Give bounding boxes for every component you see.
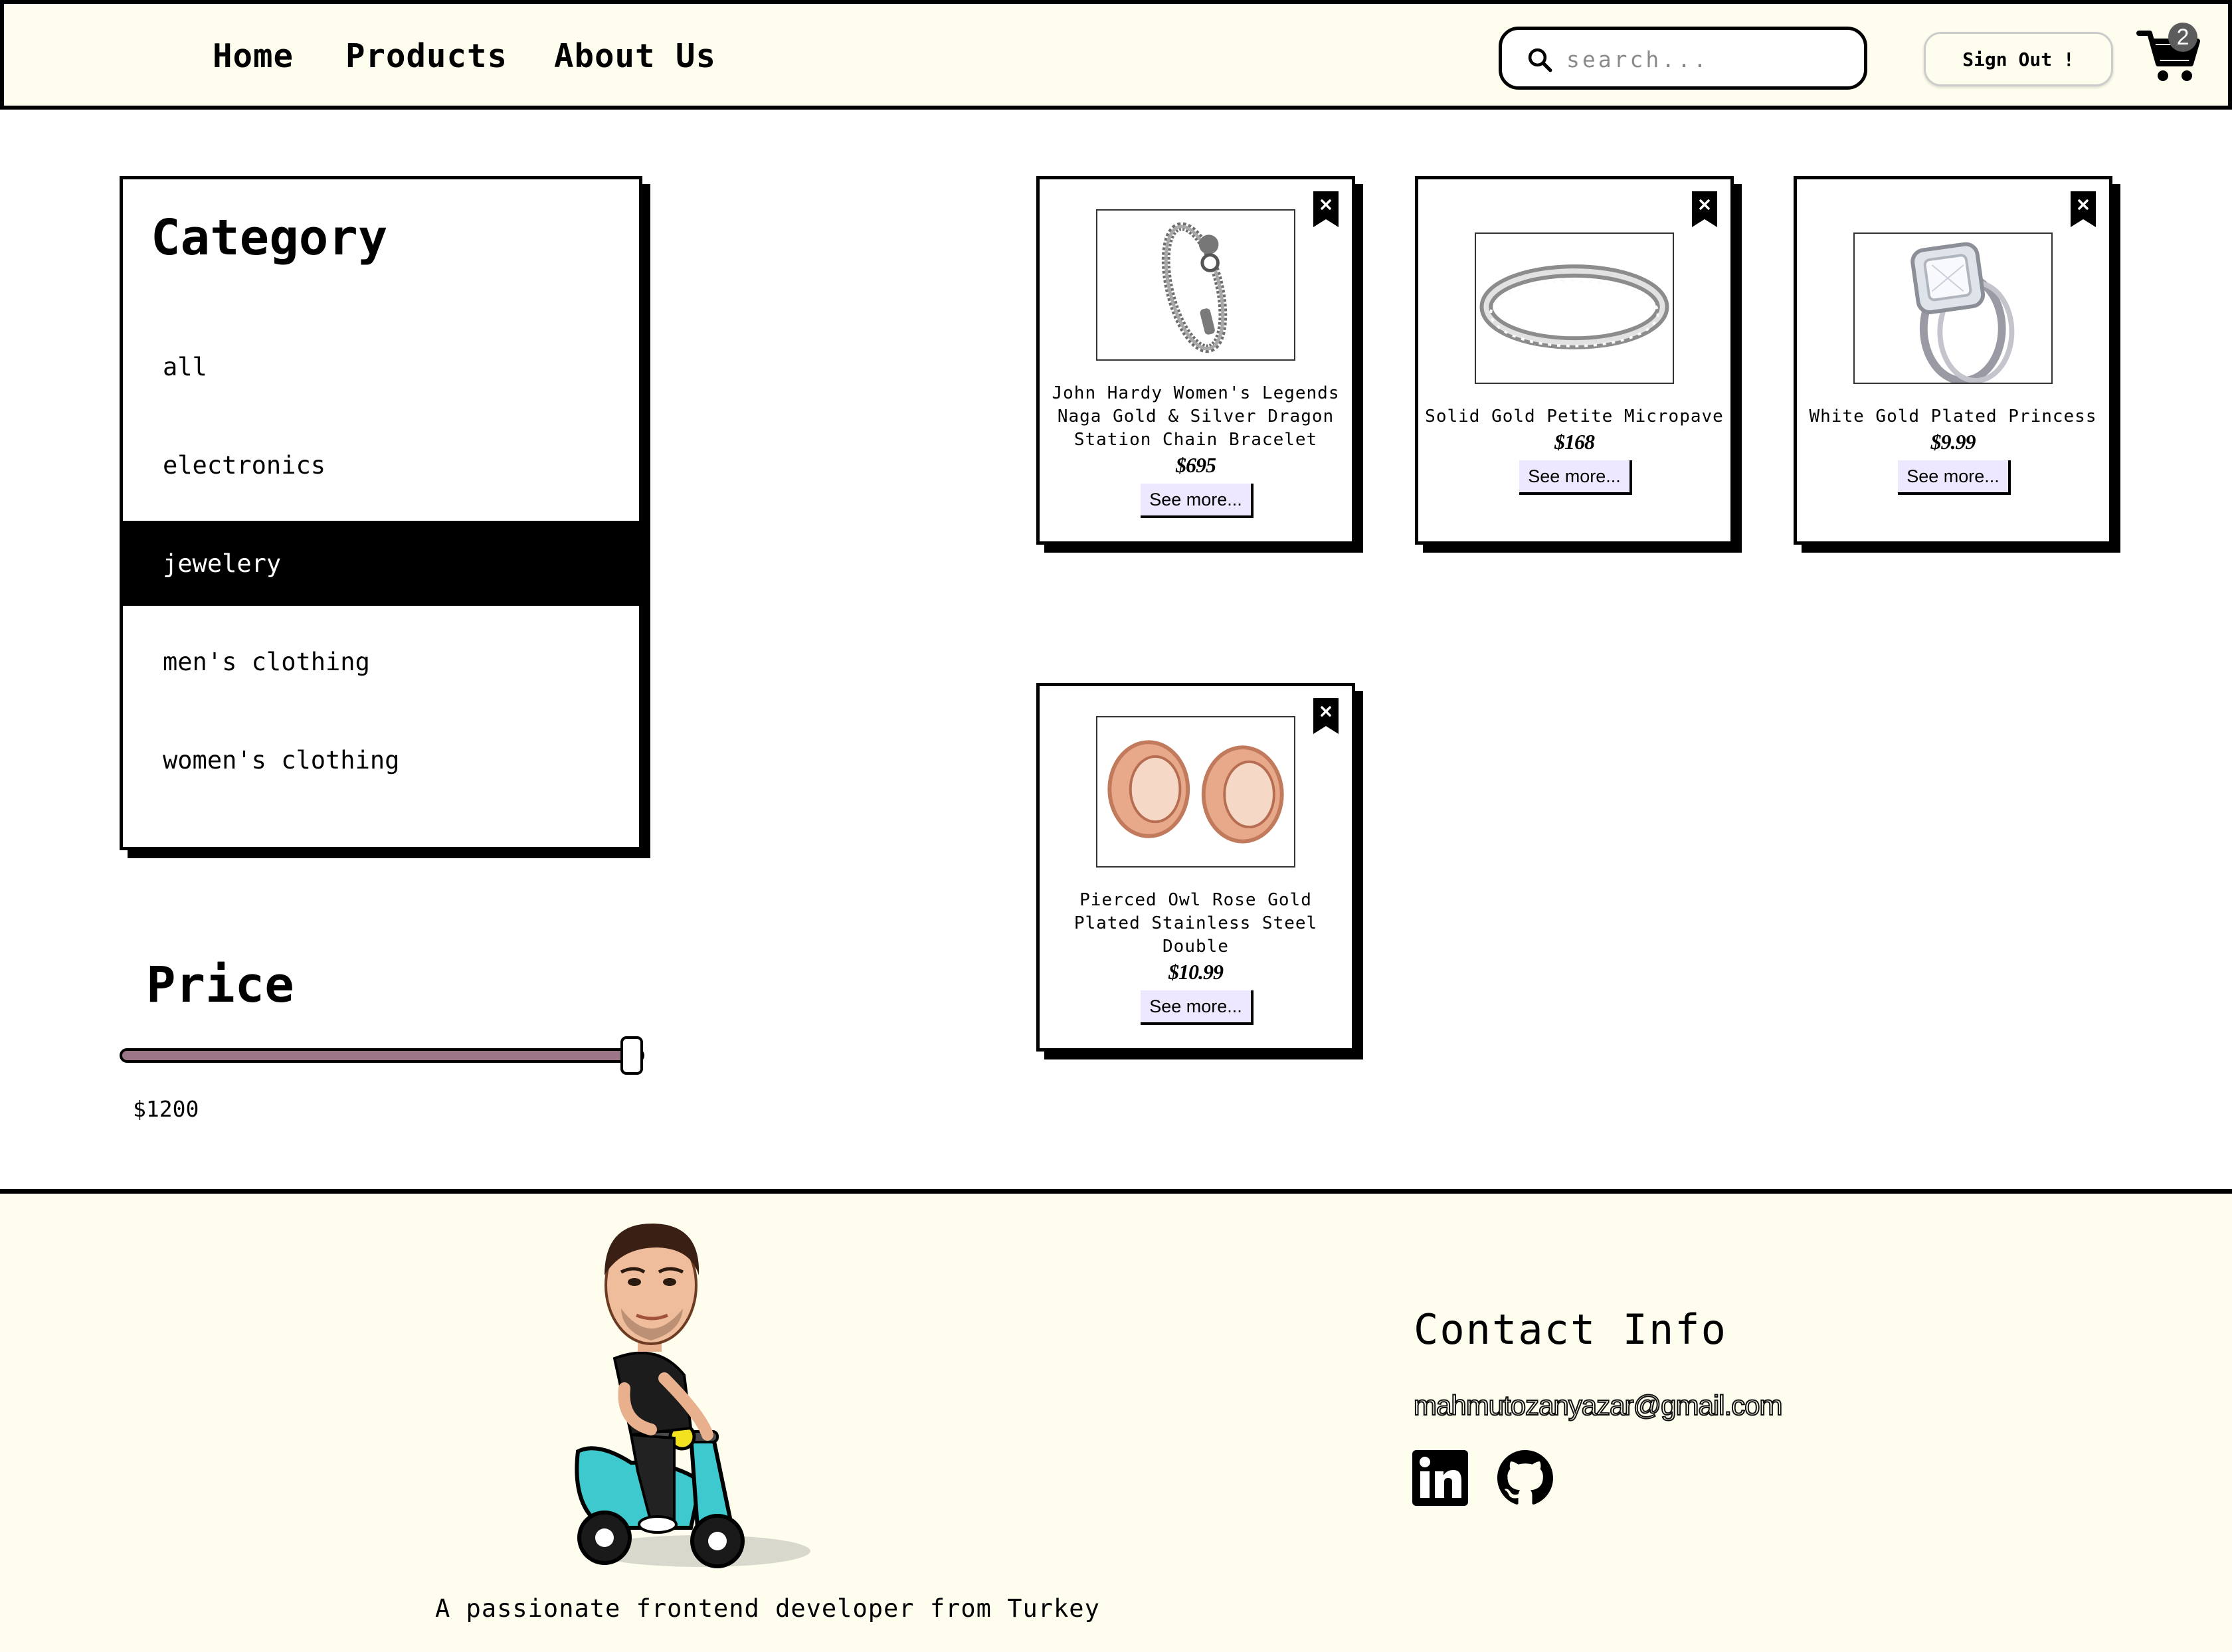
remove-bookmark-icon[interactable] [1313,698,1339,734]
category-label: men's clothing [163,647,370,676]
remove-bookmark-icon[interactable] [1313,191,1339,227]
top-navbar: Home Products About Us Sign Out ! [0,0,2232,110]
product-card[interactable]: Solid Gold Petite Micropave $168 See mor… [1415,176,1734,545]
category-item-jewelery[interactable]: jewelery [123,521,639,606]
product-price: $10.99 [1168,960,1224,984]
product-title: Pierced Owl Rose Gold Plated Stainless S… [1073,890,1318,957]
cart-count-badge: 2 [2168,23,2197,52]
product-image [1096,716,1295,868]
category-label: women's clothing [163,745,400,775]
category-label: all [163,352,207,381]
category-item-mens-clothing[interactable]: men's clothing [123,619,639,704]
product-card[interactable]: John Hardy Women's Legends Naga Gold & S… [1036,176,1355,545]
search-input[interactable] [1565,42,1847,76]
product-card[interactable]: Pierced Owl Rose Gold Plated Stainless S… [1036,683,1355,1052]
product-price: $168 [1554,430,1595,454]
category-title: Category [151,209,388,266]
diamond-ring-image [1910,242,2015,383]
see-more-button[interactable]: See more... [1141,484,1254,518]
bracelet-image [1161,222,1228,353]
sign-out-button[interactable]: Sign Out ! [1924,32,2113,86]
product-image [1096,209,1295,361]
ring-band-image [1479,264,1669,349]
product-title: John Hardy Women's Legends Naga Gold & S… [1052,383,1340,450]
category-label: jewelery [163,549,282,578]
category-label: electronics [163,450,326,480]
linkedin-icon[interactable] [1412,1450,1468,1506]
nav-about-us-link[interactable]: About Us [554,37,716,75]
price-value: $1200 [133,1096,199,1122]
footer-tagline: A passionate frontend developer from Tur… [435,1594,1100,1623]
category-panel: Category all electronics jewelery men's … [120,176,642,850]
ear-plugs-image [1107,740,1284,844]
price-slider-track[interactable] [120,1048,644,1063]
search-icon [1528,48,1552,72]
price-slider-thumb[interactable] [620,1036,643,1075]
developer-avatar [575,1223,810,1568]
product-image [1475,232,1674,384]
see-more-button[interactable]: See more... [1519,460,1632,495]
category-item-electronics[interactable]: electronics [123,422,639,507]
price-title: Price [146,957,294,1014]
category-item-all[interactable]: all [123,324,639,409]
product-title: Solid Gold Petite Micropave [1425,407,1724,426]
contact-email-link[interactable]: mahmutozanyazar@gmail.com [1413,1389,1784,1422]
contact-info-title: Contact Info [1414,1305,1727,1354]
see-more-button[interactable]: See more... [1141,990,1254,1025]
github-icon[interactable] [1497,1450,1553,1506]
product-price: $695 [1176,453,1216,477]
footer [0,1189,2232,1652]
nav-products-link[interactable]: Products [345,37,508,75]
product-title: White Gold Plated Princess [1809,407,2097,426]
remove-bookmark-icon[interactable] [1692,191,1717,227]
search-box[interactable] [1499,27,1867,90]
category-item-womens-clothing[interactable]: women's clothing [123,717,639,802]
product-card[interactable]: White Gold Plated Princess $9.99 See mor… [1794,176,2112,545]
remove-bookmark-icon[interactable] [2071,191,2096,227]
product-price: $9.99 [1930,430,1976,454]
nav-home-link[interactable]: Home [213,37,294,75]
see-more-button[interactable]: See more... [1898,460,2011,495]
product-image [1853,232,2053,384]
